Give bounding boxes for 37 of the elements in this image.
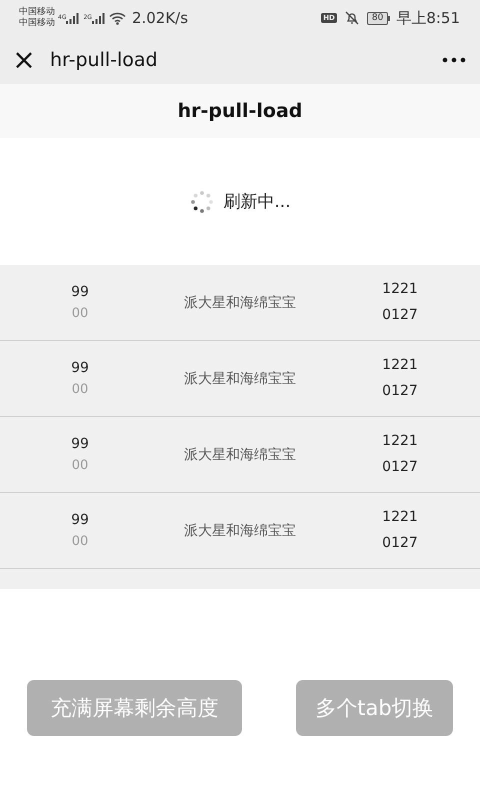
item-number: 99 bbox=[71, 512, 89, 528]
item-subnumber: 00 bbox=[72, 534, 88, 549]
action-button[interactable]: 多个tab切换 bbox=[296, 680, 453, 736]
item-code: 1221 bbox=[382, 356, 418, 375]
loading-spinner-icon bbox=[189, 188, 216, 214]
clock-time: 早上8:51 bbox=[396, 8, 460, 28]
battery-icon: 80 bbox=[366, 12, 390, 24]
action-button[interactable]: 充满屏幕剩余高度 bbox=[27, 680, 242, 736]
carrier-name: 中国移动 bbox=[19, 18, 55, 29]
item-code: 1221 bbox=[382, 508, 418, 527]
carrier-name: 中国移动 bbox=[19, 7, 55, 18]
item-subnumber: 00 bbox=[72, 458, 88, 473]
close-button[interactable]: × bbox=[12, 46, 36, 74]
item-code: 1221 bbox=[382, 432, 418, 451]
item-code: 0127 bbox=[382, 382, 418, 401]
signal-icon bbox=[66, 12, 80, 24]
network-speed: 2.02K/s bbox=[132, 9, 188, 27]
nav-title: hr-pull-load bbox=[50, 49, 159, 71]
more-icon[interactable] bbox=[442, 57, 466, 63]
item-number: 99 bbox=[71, 360, 89, 376]
signal-icon bbox=[92, 12, 105, 24]
item-title: 派大星和海绵宝宝 bbox=[184, 294, 296, 312]
item-title: 派大星和海绵宝宝 bbox=[184, 522, 296, 540]
item-title: 派大星和海绵宝宝 bbox=[184, 446, 296, 464]
page-title: hr-pull-load bbox=[178, 100, 302, 122]
bell-off-icon bbox=[344, 11, 359, 25]
item-subnumber: 00 bbox=[72, 382, 88, 397]
wifi-icon bbox=[108, 12, 126, 24]
item-subnumber: 00 bbox=[72, 306, 88, 321]
item-code: 0127 bbox=[382, 306, 418, 325]
refresh-status: 刷新中... bbox=[223, 191, 291, 213]
item-number: 99 bbox=[71, 436, 89, 452]
item-code: 0127 bbox=[382, 458, 418, 477]
item-number: 99 bbox=[71, 284, 89, 300]
item-code: 1221 bbox=[382, 280, 418, 299]
item-code: 0127 bbox=[382, 534, 418, 553]
item-title: 派大星和海绵宝宝 bbox=[184, 370, 296, 388]
